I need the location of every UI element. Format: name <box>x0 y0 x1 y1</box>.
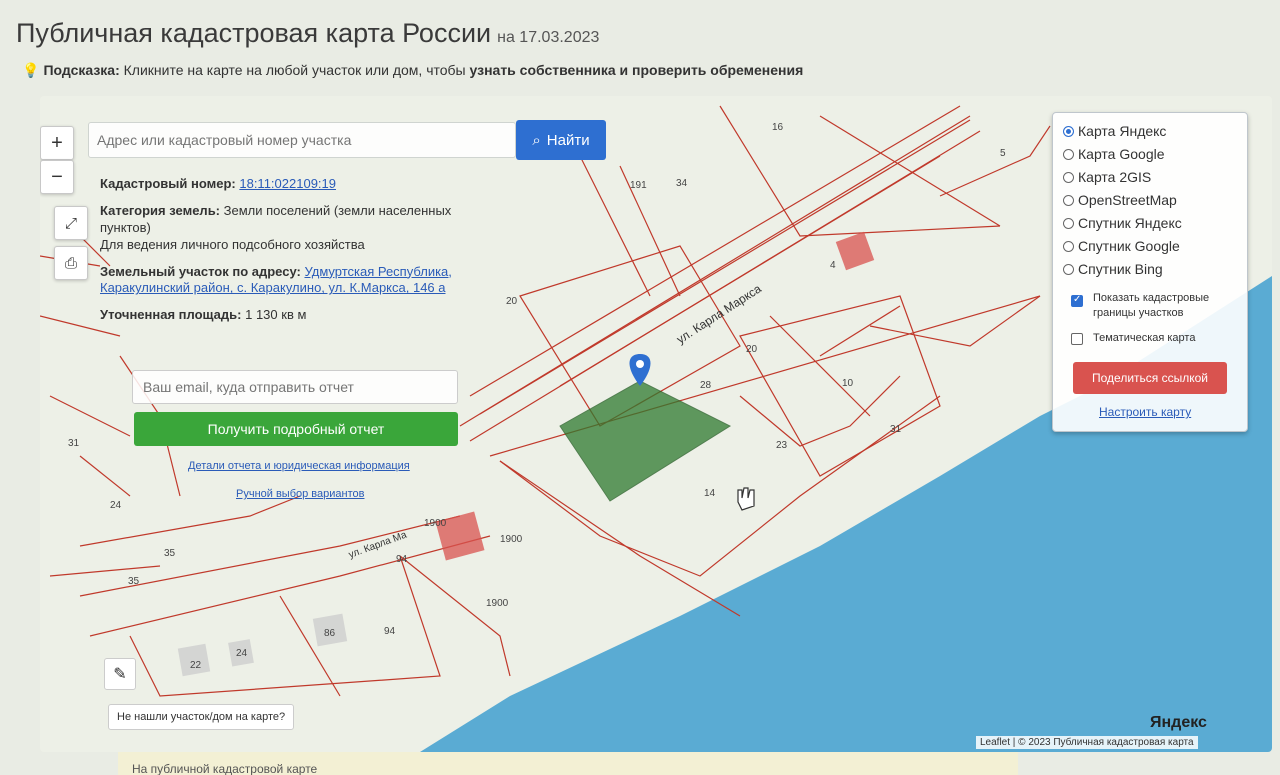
category-label: Категория земель: <box>100 202 221 218</box>
manual-selection-link[interactable]: Ручной выбор вариантов <box>236 488 364 500</box>
layer-option-bing-satellite[interactable]: Спутник Bing <box>1063 261 1163 277</box>
bottom-info-bar: На публичной кадастровой карте <box>118 752 1018 775</box>
layer-option-label: Карта Google <box>1078 146 1165 162</box>
print-icon[interactable]: ⎙ <box>54 246 88 280</box>
layer-option-label: Спутник Bing <box>1078 261 1163 277</box>
hint-bold-text: узнать собственника и проверить обремене… <box>469 62 804 78</box>
share-link-button[interactable]: Поделиться ссылкой <box>1073 362 1227 394</box>
page-title-text: Публичная кадастровая карта России <box>16 18 492 48</box>
layer-option-google-map[interactable]: Карта Google <box>1063 146 1165 162</box>
zoom-in-button[interactable]: + <box>40 126 74 160</box>
setup-map-link[interactable]: Настроить карту <box>1099 405 1191 419</box>
cadastral-label: Кадастровый номер: <box>100 176 236 191</box>
parcel-number: 22 <box>190 660 202 671</box>
thematic-map-checkbox[interactable] <box>1071 333 1083 345</box>
not-found-button[interactable]: Не нашли участок/дом на карте? <box>108 704 295 730</box>
hand-cursor-icon <box>737 487 755 511</box>
layer-option-label: Карта 2GIS <box>1078 169 1152 185</box>
search-button[interactable]: ⌕ Найти <box>516 120 606 160</box>
parcel-number: 31 <box>68 438 80 449</box>
page-date: на 17.03.2023 <box>497 29 600 46</box>
parcel-number: 24 <box>236 648 248 659</box>
parcel-number: 1900 <box>500 534 523 545</box>
layer-option-2gis-map[interactable]: Карта 2GIS <box>1063 169 1151 185</box>
parcel-number: 94 <box>396 554 408 565</box>
layer-option-google-satellite[interactable]: Спутник Google <box>1063 238 1180 254</box>
lightbulb-icon: 💡 <box>22 62 40 78</box>
parcel-number: 20 <box>746 344 758 355</box>
cadastral-row: Кадастровый номер: 18:11:022109:19 <box>100 176 500 193</box>
radio-icon <box>1063 263 1074 275</box>
grey-buildings <box>177 613 348 677</box>
layer-option-label: Карта Яндекс <box>1078 123 1167 139</box>
layer-option-label: OpenStreetMap <box>1078 192 1177 208</box>
parcel-number: 28 <box>700 380 712 391</box>
hint: 💡 Подсказка: Кликните на карте на любой у… <box>22 62 803 79</box>
parcel-number: 1900 <box>424 518 447 529</box>
search-button-label: Найти <box>546 131 590 149</box>
report-details-link[interactable]: Детали отчета и юридическая информация <box>188 460 410 472</box>
street-label: ул. Карла Маркса <box>674 281 764 346</box>
map-pin-icon <box>629 354 651 386</box>
parcel-info-panel: Кадастровый номер: 18:11:022109:19 Катег… <box>100 176 500 334</box>
layer-option-osm[interactable]: OpenStreetMap <box>1063 192 1177 208</box>
parcel-number: 86 <box>324 628 336 639</box>
layers-panel: Карта Яндекс Карта Google Карта 2GIS Ope… <box>1052 112 1248 432</box>
parcel-number: 20 <box>506 296 518 307</box>
parcel-number: 35 <box>128 576 140 587</box>
pencil-icon[interactable]: ✎ <box>104 658 136 690</box>
parcel-number: 24 <box>110 500 122 511</box>
parcel-number: 35 <box>164 548 176 559</box>
radio-icon <box>1063 148 1074 160</box>
map-attribution: Leaflet | © 2023 Публичная кадастровая к… <box>976 736 1198 749</box>
parcel-number: 94 <box>384 626 396 637</box>
show-borders-checkbox[interactable] <box>1071 294 1083 307</box>
parcel-number: 10 <box>842 378 854 389</box>
parcel-number: 31 <box>890 424 902 435</box>
radio-icon <box>1063 240 1074 252</box>
layer-option-yandex-satellite[interactable]: Спутник Яндекс <box>1063 215 1182 231</box>
get-report-button[interactable]: Получить подробный отчет <box>134 412 458 446</box>
zoom-out-button[interactable]: − <box>40 160 74 194</box>
hint-label: Подсказка: <box>43 62 120 78</box>
cadastral-number-link[interactable]: 18:11:022109:19 <box>239 176 336 191</box>
category-row: Категория земель: Земли поселений (земли… <box>100 203 500 254</box>
radio-icon <box>1063 125 1074 137</box>
parcel-number: 1900 <box>486 598 509 609</box>
radio-icon <box>1063 217 1074 229</box>
address-row: Земельный участок по адресу: Удмуртская … <box>100 264 500 298</box>
parcel-number: 34 <box>676 178 688 189</box>
area-row: Уточненная площадь: 1 130 кв м <box>100 307 500 324</box>
layer-option-yandex-map[interactable]: Карта Яндекс <box>1063 123 1166 139</box>
parcel-number: 4 <box>830 260 836 271</box>
parcel-number: 14 <box>704 488 716 499</box>
area-value: 1 130 кв м <box>245 307 307 323</box>
show-borders-label: Показать кадастровые границы участков <box>1093 292 1210 320</box>
layer-option-label: Спутник Яндекс <box>1078 215 1182 231</box>
parcel-number: 191 <box>630 180 647 191</box>
parcel-number: 16 <box>772 122 784 133</box>
radio-icon <box>1063 194 1074 206</box>
hint-text: Кликните на карте на любой участок или д… <box>123 62 466 78</box>
fullscreen-icon[interactable]: ⤢ <box>54 206 88 240</box>
parcel-number: 23 <box>776 440 788 451</box>
search-input[interactable] <box>88 122 516 158</box>
area-label: Уточненная площадь: <box>100 307 242 323</box>
address-label: Земельный участок по адресу: <box>100 263 301 279</box>
usage-value: Для ведения личного подсобного хозяйства <box>100 236 365 252</box>
radio-icon <box>1063 171 1074 183</box>
yandex-logo: Яндекс <box>1150 714 1207 731</box>
thematic-map-label: Тематическая карта <box>1093 332 1196 344</box>
selected-parcel <box>559 380 732 502</box>
search-icon: ⌕ <box>532 131 541 149</box>
cadastral-map[interactable]: ул. Карла Маркса ул. Карла Ма 16 5 191 3… <box>40 96 1272 752</box>
layer-option-label: Спутник Google <box>1078 238 1180 254</box>
page-title: Публичная кадастровая карта России на 17.… <box>16 18 599 49</box>
email-input[interactable] <box>132 370 458 404</box>
parcel-number: 5 <box>1000 148 1006 159</box>
